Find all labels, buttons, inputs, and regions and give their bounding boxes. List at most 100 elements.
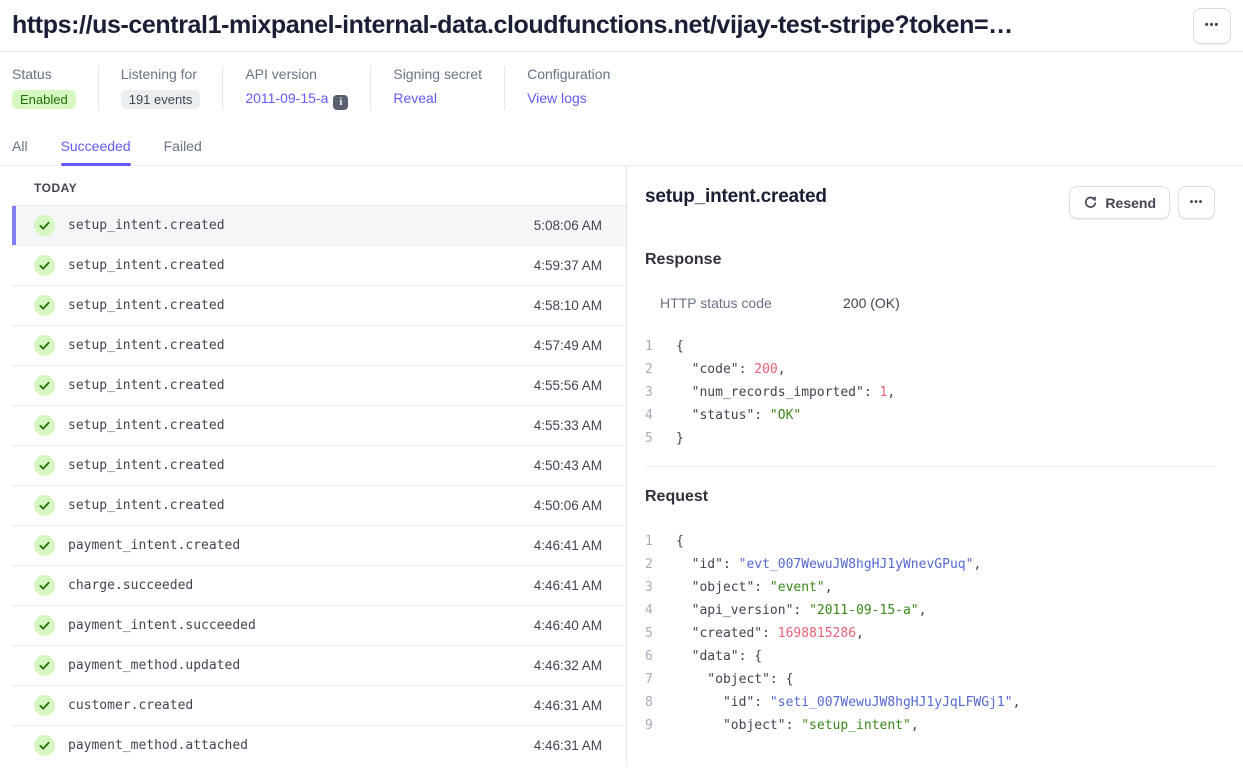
event-list-item[interactable]: customer.created 4:46:31 AM [12, 686, 626, 726]
event-name: payment_method.attached [68, 738, 534, 753]
event-list-item[interactable]: payment_method.attached 4:46:31 AM [12, 726, 626, 765]
http-status-value: 200 (OK) [843, 295, 900, 311]
event-time: 4:57:49 AM [534, 338, 602, 353]
meta-listening-for: Listening for 191 events [121, 66, 223, 109]
response-heading: Response [645, 251, 1215, 269]
event-list-panel: TODAY setup_intent.created 5:08:06 AM se… [0, 166, 627, 765]
event-time: 4:46:41 AM [534, 538, 602, 553]
event-time: 4:50:43 AM [534, 458, 602, 473]
event-time: 4:55:56 AM [534, 378, 602, 393]
event-list-item[interactable]: setup_intent.created 4:59:37 AM [12, 246, 626, 286]
success-check-icon [34, 655, 55, 676]
meta-configuration: Configuration View logs [527, 66, 632, 108]
code-line: 8 "id": "seti_007WewuJW8hgHJ1yJqLFWGj1", [645, 691, 1215, 714]
date-group-label: TODAY [12, 166, 626, 206]
http-status-row: HTTP status code 200 (OK) [645, 295, 1215, 311]
status-badge: Enabled [12, 90, 76, 109]
api-version-link[interactable]: 2011-09-15-a [245, 90, 328, 106]
event-list-item[interactable]: setup_intent.created 4:50:43 AM [12, 446, 626, 486]
code-line: 5} [645, 427, 1215, 450]
divider [504, 66, 505, 110]
ellipsis-icon: ••• [1205, 20, 1220, 31]
event-name: setup_intent.created [68, 338, 534, 353]
event-list-item[interactable]: payment_intent.succeeded 4:46:40 AM [12, 606, 626, 646]
success-check-icon [34, 695, 55, 716]
event-time: 4:59:37 AM [534, 258, 602, 273]
success-check-icon [34, 735, 55, 756]
event-name: setup_intent.created [68, 498, 534, 513]
event-list-item[interactable]: setup_intent.created 4:57:49 AM [12, 326, 626, 366]
event-name: setup_intent.created [68, 298, 534, 313]
event-name: charge.succeeded [68, 578, 534, 593]
event-list-item[interactable]: setup_intent.created 4:55:56 AM [12, 366, 626, 406]
ellipsis-icon: ••• [1190, 197, 1204, 208]
event-list-item[interactable]: setup_intent.created 5:08:06 AM [12, 206, 626, 246]
success-check-icon [34, 495, 55, 516]
code-line: 1{ [645, 530, 1215, 553]
meta-signing-secret: Signing secret Reveal [393, 66, 504, 108]
event-list-item[interactable]: setup_intent.created 4:55:33 AM [12, 406, 626, 446]
endpoint-header: https://us-central1-mixpanel-internal-da… [0, 0, 1243, 52]
code-line: 5 "created": 1698815286, [645, 622, 1215, 645]
event-list-rows: setup_intent.created 5:08:06 AM setup_in… [12, 206, 626, 765]
event-time: 4:46:32 AM [534, 658, 602, 673]
event-time: 4:46:31 AM [534, 738, 602, 753]
signing-secret-label: Signing secret [393, 66, 482, 82]
event-list-item[interactable]: payment_method.updated 4:46:32 AM [12, 646, 626, 686]
tab-succeeded[interactable]: Succeeded [61, 132, 131, 165]
events-count-badge: 191 events [121, 90, 201, 109]
event-name: setup_intent.created [68, 218, 534, 233]
code-line: 3 "object": "event", [645, 576, 1215, 599]
event-name: setup_intent.created [68, 418, 534, 433]
response-code-block: 1{2 "code": 200,3 "num_records_imported"… [645, 335, 1215, 450]
success-check-icon [34, 535, 55, 556]
content-split: TODAY setup_intent.created 5:08:06 AM se… [0, 166, 1243, 765]
code-line: 2 "id": "evt_007WewuJW8hgHJ1yWnevGPuq", [645, 553, 1215, 576]
divider [370, 66, 371, 110]
tab-all[interactable]: All [12, 132, 28, 165]
event-list-item[interactable]: setup_intent.created 4:58:10 AM [12, 286, 626, 326]
request-code-block: 1{2 "id": "evt_007WewuJW8hgHJ1yWnevGPuq"… [645, 530, 1215, 737]
detail-actions: Resend ••• [1069, 186, 1215, 219]
http-status-label: HTTP status code [660, 295, 843, 311]
meta-api-version: API version 2011-09-15-ai [245, 66, 370, 110]
resend-button[interactable]: Resend [1069, 186, 1170, 219]
event-name: payment_method.updated [68, 658, 534, 673]
code-line: 7 "object": { [645, 668, 1215, 691]
event-time: 5:08:06 AM [534, 218, 602, 233]
success-check-icon [34, 255, 55, 276]
event-time: 4:58:10 AM [534, 298, 602, 313]
endpoint-meta: Status Enabled Listening for 191 events … [0, 52, 1243, 110]
event-name: setup_intent.created [68, 258, 534, 273]
request-heading: Request [645, 488, 1215, 506]
header-overflow-button[interactable]: ••• [1193, 8, 1231, 44]
success-check-icon [34, 375, 55, 396]
event-time: 4:46:40 AM [534, 618, 602, 633]
section-divider [645, 466, 1215, 467]
event-time: 4:46:31 AM [534, 698, 602, 713]
resend-button-label: Resend [1105, 195, 1156, 211]
info-icon: i [333, 95, 348, 110]
reveal-link[interactable]: Reveal [393, 90, 437, 106]
event-list-item[interactable]: setup_intent.created 4:50:06 AM [12, 486, 626, 526]
code-line: 4 "status": "OK" [645, 404, 1215, 427]
code-line: 2 "code": 200, [645, 358, 1215, 381]
event-detail-panel: setup_intent.created Resend ••• Response… [627, 166, 1243, 765]
code-line: 1{ [645, 335, 1215, 358]
success-check-icon [34, 575, 55, 596]
listening-for-label: Listening for [121, 66, 201, 82]
meta-status: Status Enabled [12, 66, 98, 109]
success-check-icon [34, 215, 55, 236]
success-check-icon [34, 295, 55, 316]
code-line: 4 "api_version": "2011-09-15-a", [645, 599, 1215, 622]
success-check-icon [34, 455, 55, 476]
event-filter-tabs: All Succeeded Failed [0, 132, 1243, 166]
tab-failed[interactable]: Failed [164, 132, 202, 165]
success-check-icon [34, 615, 55, 636]
event-list-item[interactable]: charge.succeeded 4:46:41 AM [12, 566, 626, 606]
event-name: setup_intent.created [68, 458, 534, 473]
code-line: 3 "num_records_imported": 1, [645, 381, 1215, 404]
detail-overflow-button[interactable]: ••• [1178, 186, 1215, 219]
event-list-item[interactable]: payment_intent.created 4:46:41 AM [12, 526, 626, 566]
view-logs-link[interactable]: View logs [527, 90, 587, 106]
